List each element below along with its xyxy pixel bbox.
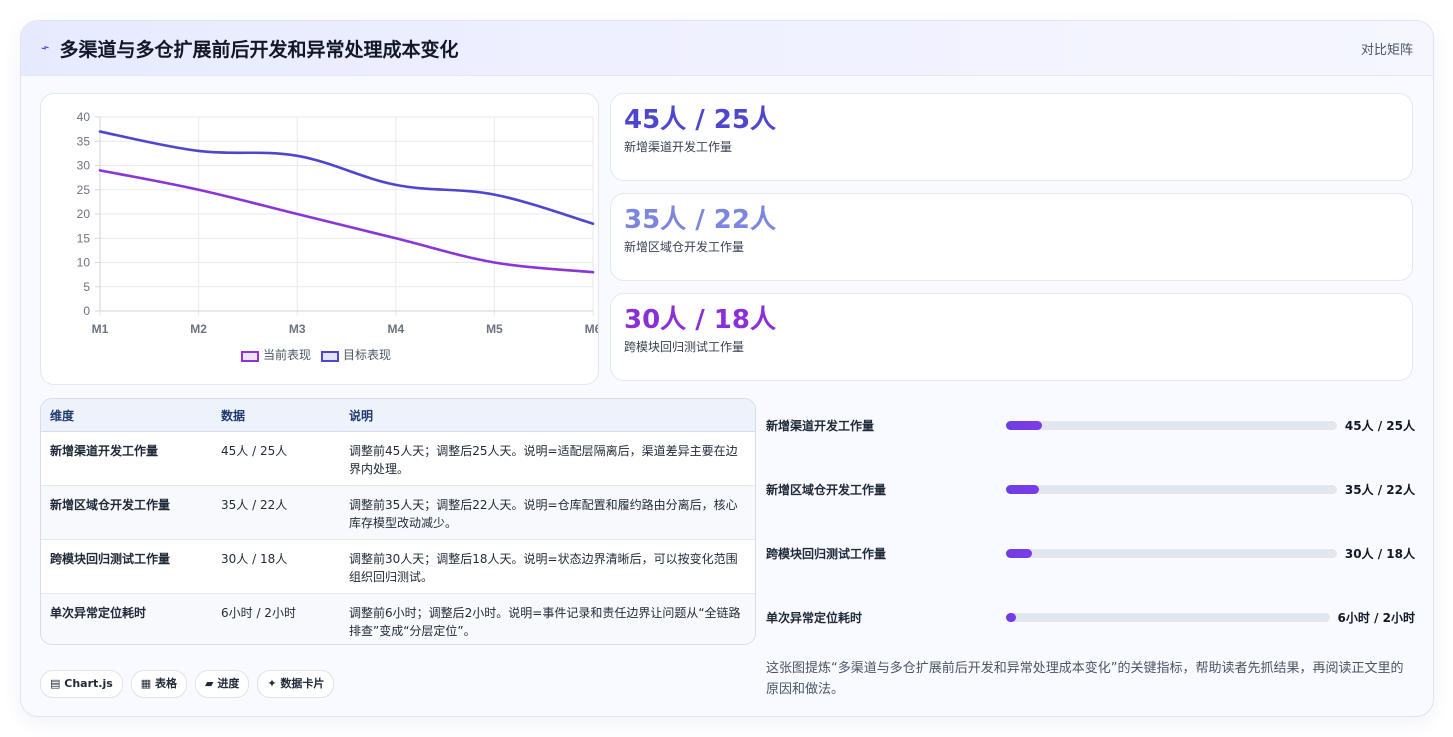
progress-value: 30人 / 18人 <box>1344 546 1415 561</box>
x-tick-label: M3 <box>289 322 306 336</box>
stat-card-channel: 45人 / 25人 新增渠道开发工作量 <box>610 93 1413 181</box>
page-title: 多渠道与多仓扩展前后开发和异常处理成本变化 <box>59 38 459 61</box>
progress-value: 45人 / 25人 <box>1344 418 1415 433</box>
tag-chartjs[interactable]: ▤ Chart.js <box>40 670 123 698</box>
compare-matrix-label[interactable]: 对比矩阵 <box>1361 39 1413 58</box>
y-tick-label: 20 <box>77 207 91 221</box>
y-tick-label: 0 <box>83 304 90 318</box>
cell-description: 调整前45人天；调整后25人天。说明=适配层隔离后，渠道差异主要在边界内处理。 <box>340 431 755 486</box>
progress-track <box>1006 612 1330 622</box>
legend-swatch-current <box>241 351 259 362</box>
stat-label: 新增区域仓开发工作量 <box>624 240 745 254</box>
tag-table[interactable]: ▦ 表格 <box>130 670 188 698</box>
progress-row: 跨模块回归测试工作量 30人 / 18人 <box>766 543 1415 563</box>
x-tick-label: M5 <box>486 322 503 336</box>
table-row: 新增区域仓开发工作量 35人 / 22人 调整前35人天；调整后22人天。说明=… <box>41 485 755 540</box>
progress-fill <box>1006 420 1043 430</box>
tag-label: 表格 <box>155 677 178 690</box>
progress-icon: ▰ <box>205 677 214 690</box>
stat-value: 30人 / 18人 <box>624 305 776 335</box>
chart-trend-icon: ⌁ <box>38 39 52 57</box>
progress-label: 单次异常定位耗时 <box>766 610 863 625</box>
data-table: 维度 数据 说明 新增渠道开发工作量 45人 / 25人 调整前45人天；调整后… <box>40 398 756 645</box>
y-tick-label: 35 <box>77 134 91 148</box>
tag-list: ▤ Chart.js ▦ 表格 ▰ 进度 ✦ 数据卡片 <box>40 670 335 698</box>
legend-item-target[interactable]: 目标表现 <box>321 346 391 363</box>
tag-label: Chart.js <box>64 677 113 690</box>
table-row: 单次异常定位耗时 6小时 / 2小时 调整前6小时；调整后2小时。说明=事件记录… <box>41 593 755 644</box>
progress-value: 6小时 / 2小时 <box>1337 610 1415 625</box>
x-tick-label: M4 <box>387 322 404 336</box>
y-tick-label: 5 <box>83 280 90 294</box>
progress-row: 新增渠道开发工作量 45人 / 25人 <box>766 415 1415 435</box>
column-header-description: 说明 <box>340 399 755 432</box>
x-tick-label: M2 <box>190 322 207 336</box>
legend-label-current: 当前表现 <box>263 348 312 362</box>
card-header: ⌁ 多渠道与多仓扩展前后开发和异常处理成本变化 对比矩阵 <box>21 21 1433 76</box>
progress-track <box>1006 420 1337 430</box>
cell-data: 6小时 / 2小时 <box>221 606 296 620</box>
progress-row: 新增区域仓开发工作量 35人 / 22人 <box>766 479 1415 499</box>
cell-description: 调整前35人天；调整后22人天。说明=仓库配置和履约路由分离后，核心库存模型改动… <box>340 485 755 540</box>
tag-label: 数据卡片 <box>280 677 325 690</box>
legend-label-target: 目标表现 <box>343 348 392 362</box>
cell-dimension: 单次异常定位耗时 <box>50 606 147 620</box>
progress-row: 单次异常定位耗时 6小时 / 2小时 <box>766 607 1415 627</box>
cell-dimension: 新增渠道开发工作量 <box>41 431 212 486</box>
column-header-dimension: 维度 <box>41 399 212 432</box>
report-card: ⌁ 多渠道与多仓扩展前后开发和异常处理成本变化 对比矩阵 0 5 10 15 20 25 3… <box>20 20 1434 717</box>
cell-dimension: 跨模块回归测试工作量 <box>41 539 212 594</box>
stat-value: 35人 / 22人 <box>624 205 776 235</box>
progress-label: 新增区域仓开发工作量 <box>766 482 887 497</box>
table-row: 跨模块回归测试工作量 30人 / 18人 调整前30人天；调整后18人天。说明=… <box>41 539 755 594</box>
cell-data: 35人 / 22人 <box>212 485 340 540</box>
cell-dimension: 新增区域仓开发工作量 <box>41 485 212 540</box>
table-row: 新增渠道开发工作量 45人 / 25人 调整前45人天；调整后25人天。说明=适… <box>41 431 755 486</box>
legend-item-current[interactable]: 当前表现 <box>241 346 311 363</box>
legend-swatch-target <box>321 351 340 362</box>
y-tick-label: 30 <box>77 159 91 173</box>
tag-label: 进度 <box>217 677 240 690</box>
line-chart-panel: 0 5 10 15 20 25 30 35 40 M1 M2 M3 M4 M5 M6 当前表现 目标表现 <box>40 93 602 385</box>
stat-label: 新增渠道开发工作量 <box>624 140 733 154</box>
stat-label: 跨模块回归测试工作量 <box>624 340 745 354</box>
tag-data-card[interactable]: ✦ 数据卡片 <box>257 670 335 698</box>
table-header-row: 维度 数据 说明 <box>41 399 755 432</box>
stat-value: 45人 / 25人 <box>624 105 776 135</box>
series-line-target <box>98 130 595 225</box>
progress-fill <box>1006 612 1016 622</box>
cell-data: 30人 / 18人 <box>212 539 340 594</box>
chart-icon: ▤ <box>50 677 61 690</box>
y-tick-label: 25 <box>77 183 91 197</box>
cell-description: 调整前30人天；调整后18人天。说明=状态边界清晰后，可以按变化范围组织回归测试… <box>340 539 755 594</box>
progress-label: 跨模块回归测试工作量 <box>766 546 887 561</box>
line-chart: 0 5 10 15 20 25 30 35 40 M1 M2 M3 M4 M5 M6 <box>77 110 602 336</box>
sparkle-icon: ✦ <box>267 677 277 690</box>
y-tick-label: 10 <box>77 256 91 270</box>
stat-card-warehouse: 35人 / 22人 新增区域仓开发工作量 <box>610 193 1413 281</box>
progress-fill <box>1006 548 1033 558</box>
cell-data: 45人 / 25人 <box>212 431 340 486</box>
tag-progress[interactable]: ▰ 进度 <box>195 670 250 698</box>
series-line-current <box>98 169 595 274</box>
x-tick-label: M1 <box>92 322 109 336</box>
stat-card-regression: 30人 / 18人 跨模块回归测试工作量 <box>610 293 1413 381</box>
progress-track <box>1006 548 1337 558</box>
y-tick-label: 40 <box>77 110 91 124</box>
progress-fill <box>1006 484 1040 494</box>
table-icon: ▦ <box>140 677 152 690</box>
column-header-data: 数据 <box>212 399 340 432</box>
summary-note: 这张图提炼“多渠道与多仓扩展前后开发和异常处理成本变化”的关键指标，帮助读者先抓… <box>766 661 1404 697</box>
cell-description: 调整前6小时；调整后2小时。说明=事件记录和责任边界让问题从“全链路排查”变成“… <box>349 606 741 638</box>
progress-value: 35人 / 22人 <box>1344 482 1415 497</box>
progress-track <box>1006 484 1337 494</box>
y-tick-label: 15 <box>77 231 91 245</box>
progress-label: 新增渠道开发工作量 <box>766 418 875 433</box>
chart-legend: 当前表现 目标表现 <box>241 346 391 363</box>
x-tick-label: M6 <box>585 322 598 336</box>
